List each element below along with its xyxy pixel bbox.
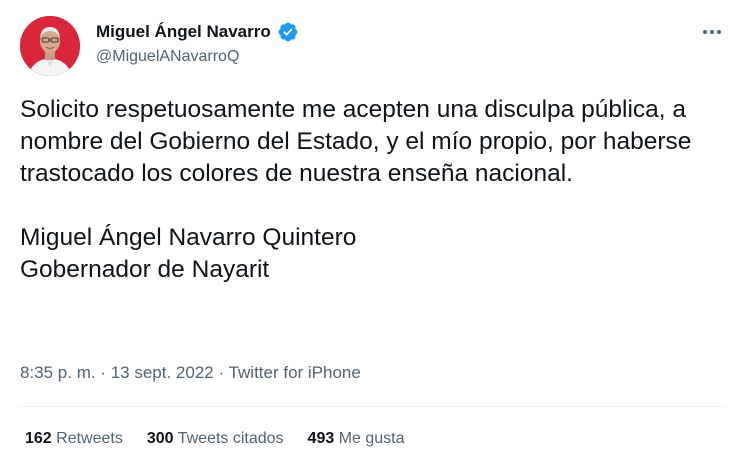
- author-display-name[interactable]: Miguel Ángel Navarro: [96, 22, 271, 42]
- tweet-text: Solicito respetuosamente me acepten una …: [20, 94, 720, 286]
- author-name-row: Miguel Ángel Navarro: [96, 21, 299, 43]
- tweet-time[interactable]: 8:35 p. m.: [20, 363, 96, 382]
- meta-separator: ·: [95, 363, 111, 382]
- tweet-stats: 162 Retweets 300 Tweets citados 493 Me g…: [25, 430, 405, 448]
- likes-count: 493: [307, 430, 335, 447]
- meta-separator: ·: [213, 363, 229, 382]
- more-options-icon[interactable]: [699, 22, 725, 42]
- tweet-meta: 8:35 p. m. · 13 sept. 2022 · Twitter for…: [20, 363, 361, 383]
- divider: [20, 406, 725, 407]
- likes-label: Me gusta: [338, 430, 405, 447]
- quotes-label: Tweets citados: [177, 430, 284, 447]
- avatar[interactable]: [20, 16, 80, 76]
- tweet-card: Miguel Ángel Navarro @MiguelANavarroQ So…: [0, 0, 745, 468]
- tweet-date[interactable]: 13 sept. 2022: [111, 363, 214, 382]
- retweets-stat[interactable]: 162 Retweets: [25, 430, 123, 448]
- avatar-portrait-icon: [20, 16, 80, 76]
- likes-stat[interactable]: 493 Me gusta: [308, 430, 405, 448]
- quotes-stat[interactable]: 300 Tweets citados: [147, 430, 284, 448]
- retweets-count: 162: [25, 430, 52, 447]
- tweet-paragraph: Solicito respetuosamente me acepten una …: [20, 96, 692, 187]
- signature-title: Gobernador de Nayarit: [20, 256, 270, 283]
- quotes-count: 300: [146, 430, 174, 447]
- signature-name: Miguel Ángel Navarro Quintero: [20, 224, 357, 251]
- retweets-label: Retweets: [56, 430, 123, 447]
- tweet-source[interactable]: Twitter for iPhone: [229, 363, 361, 382]
- author-handle[interactable]: @MiguelANavarroQ: [96, 48, 239, 66]
- verified-badge-icon: [277, 21, 299, 43]
